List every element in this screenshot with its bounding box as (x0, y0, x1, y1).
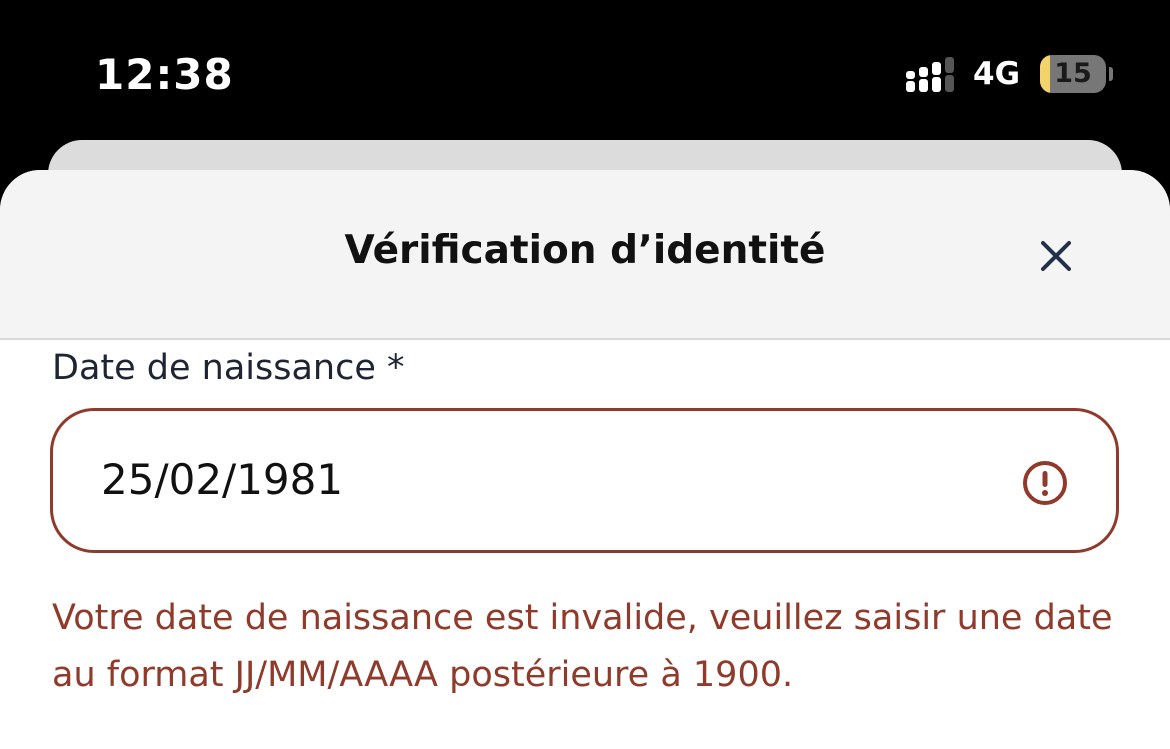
identity-verification-sheet: Vérification d’identité Date de naissanc… (0, 170, 1170, 749)
cellular-signal-icon (906, 56, 960, 94)
sheet-title: Vérification d’identité (344, 228, 826, 273)
error-icon (1020, 458, 1070, 508)
battery-level: 15 (1054, 58, 1092, 89)
birth-date-error-message: Votre date de naissance est invalide, ve… (52, 598, 1113, 695)
birth-date-label: Date de naissance * (52, 348, 405, 388)
battery-icon: 15 (1040, 55, 1106, 93)
status-time: 12:38 (95, 50, 234, 99)
close-icon (1041, 241, 1071, 271)
battery-tip (1109, 67, 1113, 81)
sheet-header: Vérification d’identité (0, 170, 1170, 340)
network-type: 4G (973, 56, 1021, 92)
birth-date-value[interactable]: 25/02/1981 (101, 455, 343, 504)
birth-date-input[interactable]: 25/02/1981 (50, 408, 1119, 553)
status-bar: 12:38 4G 15 (0, 0, 1170, 142)
close-button[interactable] (1030, 230, 1082, 282)
